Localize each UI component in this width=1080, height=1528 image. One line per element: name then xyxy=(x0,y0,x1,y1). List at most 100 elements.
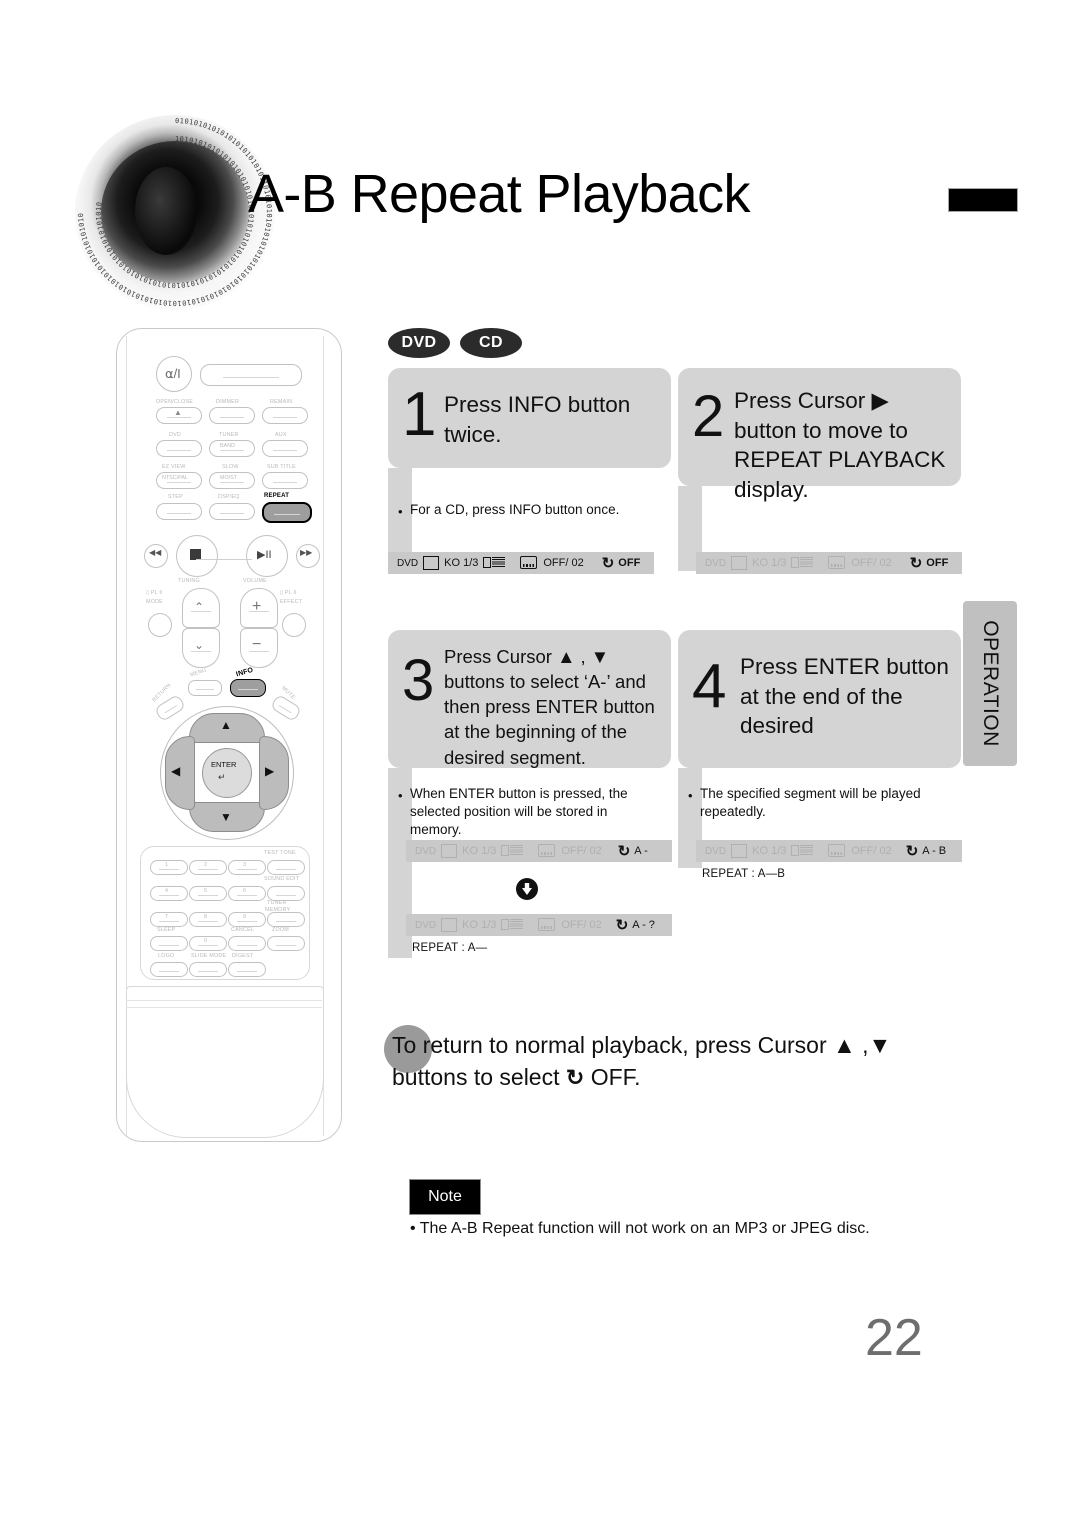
plii-effect-button xyxy=(282,613,306,637)
osd-source: DVD xyxy=(415,919,437,931)
osd-repeat: OFF xyxy=(926,557,949,569)
osd-subtitle: OFF/ 02 xyxy=(851,845,892,857)
key-0-label: 0 xyxy=(204,938,207,944)
plii-mode-button xyxy=(148,613,172,637)
multi-angle-icon xyxy=(731,555,748,571)
repeat-icon: ↻ xyxy=(565,1064,585,1090)
osd-source: DVD xyxy=(397,557,419,569)
label-remain: REMAIN xyxy=(270,399,293,405)
step-4-repeat-label: REPEAT : A—B xyxy=(702,868,786,880)
step-1-bullet: • xyxy=(398,504,403,519)
osd-subtitle: OFF/ 02 xyxy=(543,557,584,569)
osd-repeat: A - B xyxy=(922,845,947,857)
operation-tab-label: OPERATION xyxy=(979,620,1002,747)
subtitle-icon xyxy=(520,556,538,570)
next-icon: ▶▶ xyxy=(300,548,313,557)
label-ntsc-pal: NTSC/PAL xyxy=(162,475,188,481)
step-3-osd-bar-a: DVD KO 1/3 OFF/ 02 ↻ A - xyxy=(406,840,672,862)
minus-icon: − xyxy=(252,636,262,653)
key-8 xyxy=(189,912,227,927)
step-1-osd-bar: DVD KO 1/3 OFF/ 02 ↻ OFF xyxy=(388,552,654,574)
sleep-button xyxy=(150,936,188,951)
key-4-label: 4 xyxy=(165,888,168,894)
digest-button xyxy=(228,962,266,977)
menu-button xyxy=(188,680,222,696)
chevron-down-icon: ⌄ xyxy=(194,638,205,652)
label-plii-mode-2: MODE xyxy=(146,599,163,605)
badge-cd: CD xyxy=(460,328,522,358)
label-tuning: TUNING xyxy=(178,578,200,584)
transport-connector xyxy=(196,559,252,560)
multi-angle-icon xyxy=(441,843,458,859)
play-pause-icon: ▶II xyxy=(257,549,272,561)
osd-subtitle: OFF/ 02 xyxy=(561,919,602,931)
repeat-button-highlight xyxy=(262,502,312,523)
remote-seam xyxy=(126,1000,322,1008)
cursor-down-icon: ▼ xyxy=(220,810,232,824)
key-7 xyxy=(150,912,188,927)
header-rule-mark xyxy=(948,188,1018,212)
step-3-head: 3 Press Cursor ▲ , ▼ buttons to select ‘… xyxy=(388,630,671,768)
return-to-normal-note: To return to normal playback, press Curs… xyxy=(384,1025,972,1093)
osd-audio: KO 1/3 xyxy=(462,919,497,931)
disc-type-badges: DVD CD xyxy=(388,328,522,358)
step-4-head: 4 Press ENTER button at the end of the d… xyxy=(678,630,961,768)
label-slow: SLOW xyxy=(222,464,239,470)
dimmer-button xyxy=(209,407,255,424)
label-sound-edit: SOUND EDIT xyxy=(264,876,300,882)
step-4-osd-bar: DVD KO 1/3 OFF/ 02 ↻ A - B xyxy=(696,840,962,862)
remote-lower-panel xyxy=(126,986,324,1138)
step-2-heading: Press Cursor ▶ button to move to REPEAT … xyxy=(734,388,946,503)
label-open-close: OPEN/CLOSE xyxy=(156,399,194,405)
key-2-label: 2 xyxy=(204,862,207,868)
logo-button xyxy=(150,962,188,977)
manual-page: 0101010101010101010101011010101010101010… xyxy=(0,0,1080,1528)
enter-label: ENTER xyxy=(211,760,237,769)
key-5 xyxy=(189,886,227,901)
badge-dvd: DVD xyxy=(388,328,450,358)
aux-button xyxy=(262,440,308,457)
step-1-number: 1 xyxy=(402,380,437,449)
step-2-number: 2 xyxy=(692,384,725,449)
repeat-icon: ↻ xyxy=(617,843,631,860)
enter-icon: ↵ xyxy=(218,772,226,782)
plus-icon: + xyxy=(252,598,262,615)
repeat-icon: ↻ xyxy=(909,555,923,572)
osd-audio: KO 1/3 xyxy=(444,557,479,569)
subtitle-icon xyxy=(828,844,846,858)
dolby-digital-icon xyxy=(501,845,524,857)
dolby-digital-icon xyxy=(483,557,506,569)
zoom-button xyxy=(267,936,305,951)
step-1-note: For a CD, press INFO button once. xyxy=(410,502,620,517)
return-note-line2-pre: buttons to select xyxy=(392,1063,560,1090)
label-step: STEP xyxy=(168,494,183,500)
label-repeat: REPEAT xyxy=(264,493,290,499)
osd-subtitle: OFF/ 02 xyxy=(561,845,602,857)
eject-icon: ▲ xyxy=(174,408,182,417)
step-2: 2 Press Cursor ▶ button to move to REPEA… xyxy=(678,368,962,574)
label-dimmer: DIMMER xyxy=(216,399,240,405)
cancel-button xyxy=(228,936,266,951)
label-band: BAND xyxy=(220,443,235,449)
page-header: 0101010101010101010101011010101010101010… xyxy=(0,0,1080,320)
osd-audio: KO 1/3 xyxy=(462,845,497,857)
label-volume: VOLUME xyxy=(243,578,267,584)
step-3: 3 Press Cursor ▲ , ▼ buttons to select ‘… xyxy=(388,630,672,958)
dolby-digital-icon xyxy=(791,845,814,857)
osd-repeat: OFF xyxy=(618,557,641,569)
label-plii-effect-2: EFFECT xyxy=(280,599,303,605)
step-3-number: 3 xyxy=(402,648,435,713)
step-2-head: 2 Press Cursor ▶ button to move to REPEA… xyxy=(678,368,961,502)
label-mo-st: MO/ST xyxy=(220,475,238,481)
note-bullet-text: • The A-B Repeat function will not work … xyxy=(410,1220,870,1237)
step-button xyxy=(156,503,202,520)
osd-source: DVD xyxy=(705,557,727,569)
multi-angle-icon xyxy=(441,917,458,933)
step-4-bullet: • xyxy=(688,788,693,803)
chevron-up-icon: ⌃ xyxy=(194,600,205,614)
repeat-icon: ↻ xyxy=(601,555,615,572)
step-4-note: The specified segment will be played rep… xyxy=(700,786,921,820)
dolby-digital-icon xyxy=(791,557,814,569)
label-sub-title: SUB TITLE xyxy=(267,464,296,470)
page-title: A-B Repeat Playback xyxy=(248,164,750,224)
